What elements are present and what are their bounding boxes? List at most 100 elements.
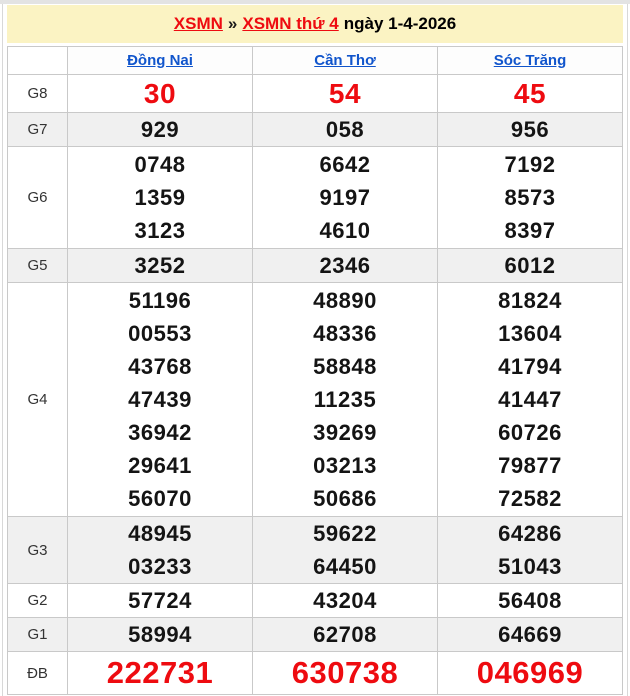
prize-row-g4: G4 51196 00553 43768 47439 36942 29641 56070 488… [7,282,623,517]
prize-cell: 59622 64450 [252,516,438,584]
prize-value: 64286 [498,521,562,546]
prize-cell: 6012 [437,248,623,283]
prize-row-g7: G7 929 058 956 [7,112,623,147]
prize-cell: 30 [67,74,253,113]
prize-value: 8397 [504,218,556,243]
page-title: XSMN» XSMN thứ 4 ngày 1-4-2026 [7,5,623,43]
prize-value: 64450 [313,554,377,579]
prize-row-g2: G2 57724 43204 56408 [7,583,623,618]
prize-value: 72582 [498,486,562,511]
prize-value: 3252 [134,253,186,278]
prize-value: 11235 [313,387,377,412]
prize-value: 64669 [498,622,562,647]
prize-cell: 6642 9197 4610 [252,146,438,249]
prize-value: 58994 [128,622,192,647]
prize-value: 00553 [128,321,192,346]
prize-cell: 929 [67,112,253,147]
prize-value: 48336 [313,321,377,346]
prize-value: 929 [140,117,180,142]
prize-value: 50686 [313,486,377,511]
prize-value: 956 [510,117,550,142]
prize-value: 9197 [319,185,371,210]
prize-row-g5: G5 3252 2346 6012 [7,248,623,283]
prize-value: 0748 [134,152,186,177]
prize-cell: 81824 13604 41794 41447 60726 79877 72582 [437,282,623,517]
prize-cell: 058 [252,112,438,147]
prize-value: 54 [328,78,362,109]
prize-row-g3: G3 48945 03233 59622 64450 64286 51043 [7,516,623,584]
prize-value: 222731 [106,655,214,690]
prize-value: 59622 [313,521,377,546]
prize-cell: 956 [437,112,623,147]
prize-value: 56070 [128,486,192,511]
column-header-dong-nai: Đồng Nai [67,46,253,75]
prize-value: 39269 [313,420,377,445]
prize-label-g7: G7 [7,112,68,147]
prize-label-g8: G8 [7,74,68,113]
prize-value: 47439 [128,387,192,412]
breadcrumb-separator: » [227,14,238,33]
column-link-dong-nai[interactable]: Đồng Nai [127,52,193,69]
prize-cell: 3252 [67,248,253,283]
prize-cell: 046969 [437,651,623,695]
prize-cell: 222731 [67,651,253,695]
prize-cell: 48890 48336 58848 11235 39269 03213 50686 [252,282,438,517]
prize-value: 41447 [498,387,562,412]
prize-label-g2: G2 [7,583,68,618]
prize-cell: 0748 1359 3123 [67,146,253,249]
prize-value: 630738 [291,655,399,690]
column-link-can-tho[interactable]: Cần Thơ [314,52,376,69]
prize-value: 8573 [504,185,556,210]
column-link-soc-trang[interactable]: Sóc Trăng [494,52,567,69]
prize-value: 43204 [313,588,377,613]
prize-label-g5: G5 [7,248,68,283]
prize-cell: 54 [252,74,438,113]
prize-value: 45 [513,78,547,109]
draw-date-text: ngày 1-4-2026 [343,14,457,33]
prize-value: 58848 [313,354,377,379]
prize-cell: 2346 [252,248,438,283]
prize-value: 56408 [498,588,562,613]
prize-value: 79877 [498,453,562,478]
prize-cell: 64669 [437,617,623,652]
prize-row-g6: G6 0748 1359 3123 6642 9197 4610 7192 8573 8397 [7,146,623,249]
prize-cell: 630738 [252,651,438,695]
prize-value: 29641 [128,453,192,478]
prize-value: 046969 [476,655,584,690]
prize-value: 30 [143,78,177,109]
table-header-row: Đồng Nai Cần Thơ Sóc Trăng [7,46,623,75]
prize-cell: 7192 8573 8397 [437,146,623,249]
prize-label-g6: G6 [7,146,68,249]
prize-value: 51196 [128,288,192,313]
page-container: XSMN» XSMN thứ 4 ngày 1-4-2026 Đồng Nai Cầ… [2,4,628,696]
prize-value: 41794 [498,354,562,379]
prize-cell: 62708 [252,617,438,652]
xsmn-thu4-link[interactable]: XSMN thứ 4 [242,14,338,33]
prize-value: 03213 [313,453,377,478]
prize-cell: 58994 [67,617,253,652]
prize-label-g1: G1 [7,617,68,652]
prize-cell: 45 [437,74,623,113]
corner-cell [7,46,68,75]
prize-row-g1: G1 58994 62708 64669 [7,617,623,652]
prize-cell: 43204 [252,583,438,618]
prize-label-db: ĐB [7,651,68,695]
prize-value: 43768 [128,354,192,379]
prize-value: 7192 [504,152,556,177]
prize-row-g8: G8 30 54 45 [7,74,623,113]
prize-value: 57724 [128,588,192,613]
prize-value: 81824 [498,288,562,313]
prize-label-g3: G3 [7,516,68,584]
prize-value: 51043 [498,554,562,579]
prize-value: 62708 [313,622,377,647]
prize-cell: 48945 03233 [67,516,253,584]
prize-value: 48890 [313,288,377,313]
prize-label-g4: G4 [7,282,68,517]
xsmn-breadcrumb-link[interactable]: XSMN [174,14,223,33]
prize-value: 48945 [128,521,192,546]
prize-value: 13604 [498,321,562,346]
prize-cell: 56408 [437,583,623,618]
results-table: Đồng Nai Cần Thơ Sóc Trăng G8 30 54 45 G7 929… [7,46,623,695]
prize-cell: 51196 00553 43768 47439 36942 29641 56070 [67,282,253,517]
prize-value: 1359 [134,185,186,210]
